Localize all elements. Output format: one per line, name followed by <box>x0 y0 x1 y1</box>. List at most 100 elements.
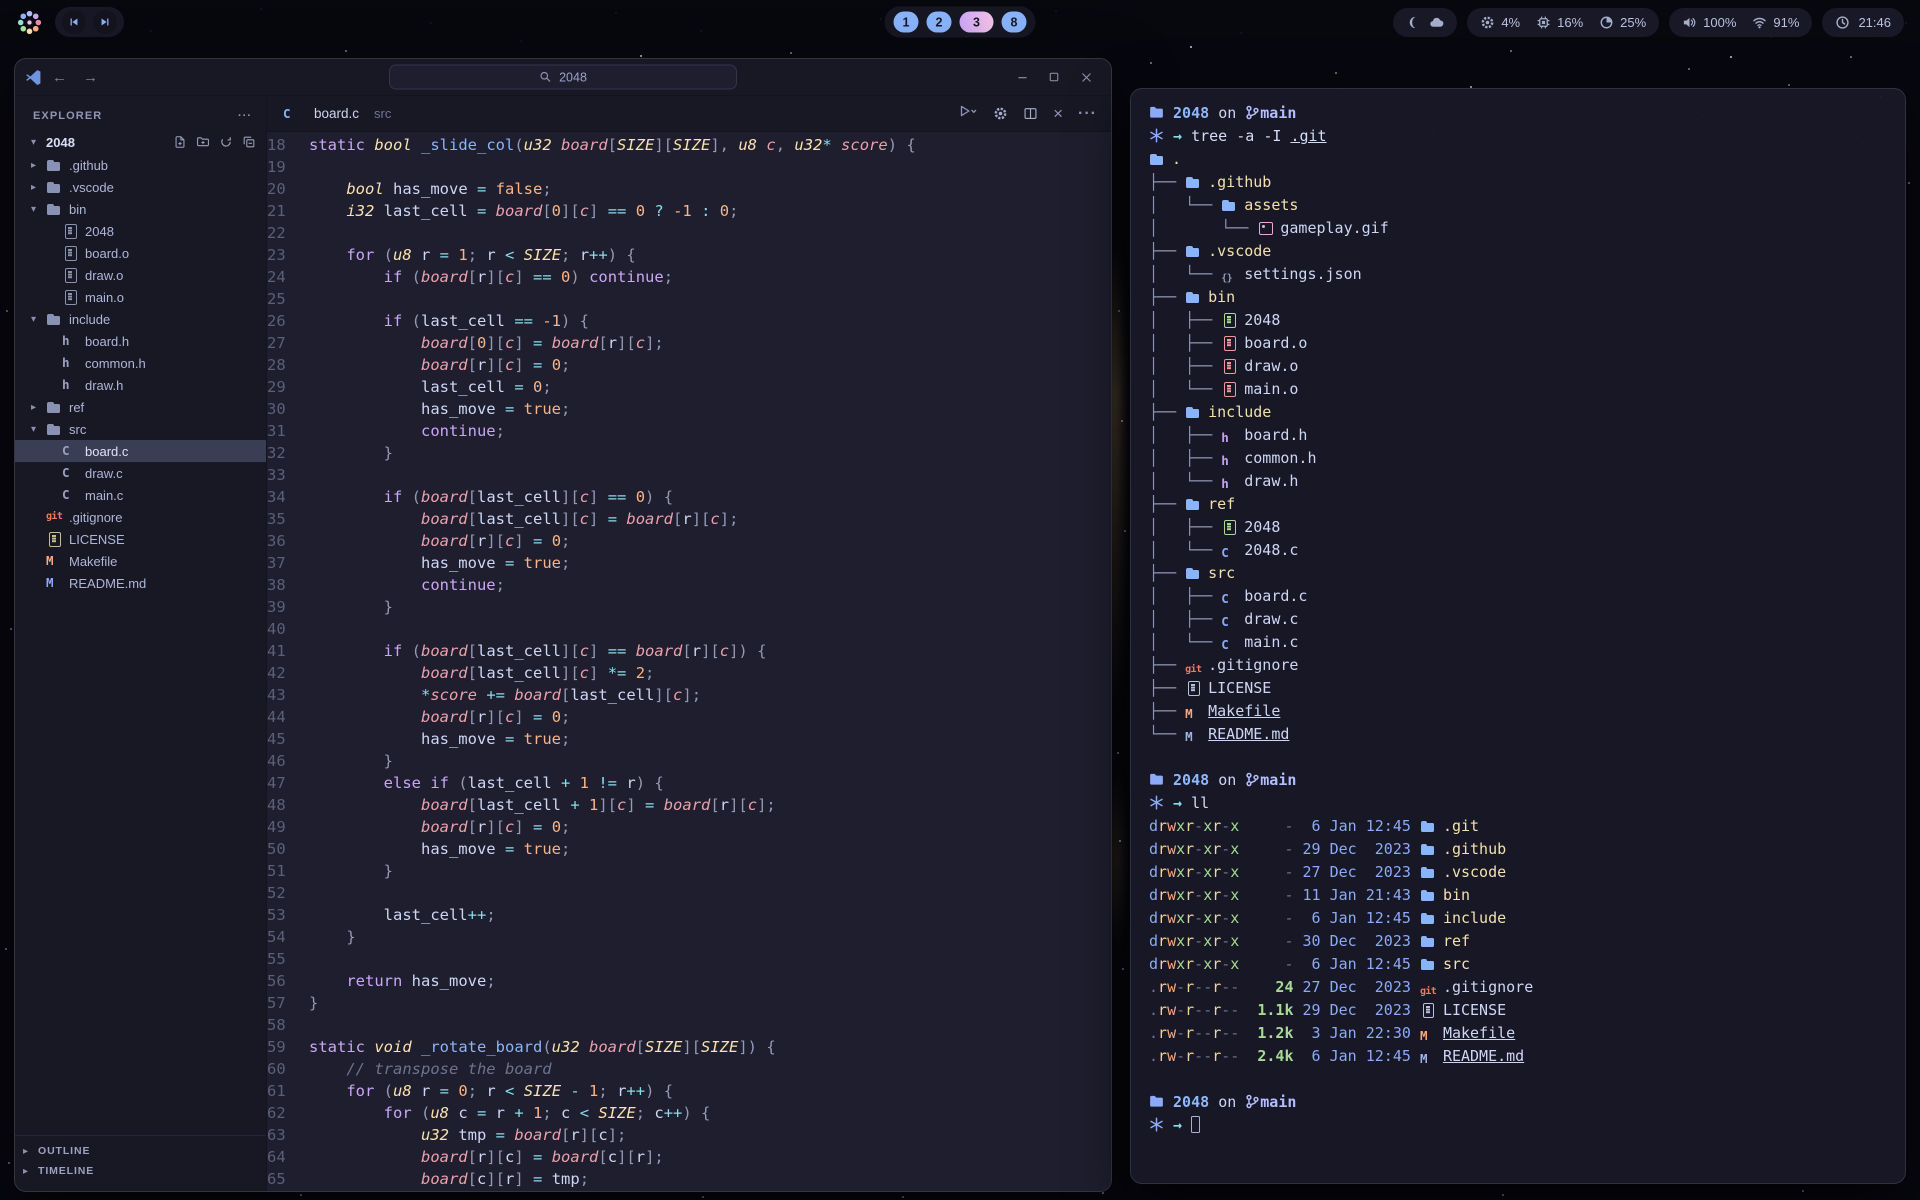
close-button[interactable] <box>1071 64 1101 90</box>
search-icon <box>539 71 552 84</box>
code-line: 31 continue; <box>267 420 1111 442</box>
tab-board-c[interactable]: C board.c src <box>283 106 391 121</box>
file-icon <box>62 246 79 260</box>
search-value: 2048 <box>559 70 587 84</box>
media-next-button[interactable] <box>93 10 117 34</box>
code-line: 62 for (u8 c = r + 1; c < SIZE; c++) { <box>267 1102 1111 1124</box>
explorer-item-src[interactable]: ▾src <box>15 418 266 440</box>
line-number: 24 <box>267 266 309 288</box>
explorer-item-board.c[interactable]: Cboard.c <box>15 440 266 462</box>
make-icon: M <box>1185 707 1202 721</box>
workspace-1[interactable]: 1 <box>894 12 919 33</box>
explorer-title: EXPLORER <box>33 110 102 122</box>
explorer-item-draw.h[interactable]: hdraw.h <box>15 374 266 396</box>
explorer-item-bin[interactable]: ▾bin <box>15 198 266 220</box>
audio-network-widget[interactable]: 100% 91% <box>1669 8 1812 37</box>
explorer-item-main.o[interactable]: main.o <box>15 286 266 308</box>
weather-widget[interactable] <box>1393 8 1457 37</box>
cpu-stat: 4% <box>1480 15 1520 30</box>
terminal-line: drwxr-xr-x - 27 Dec 2023 .vscode <box>1149 861 1905 884</box>
command-center-search[interactable]: 2048 <box>389 65 737 90</box>
explorer-item-board.o[interactable]: board.o <box>15 242 266 264</box>
explorer-item-.github[interactable]: ▸.github <box>15 154 266 176</box>
terminal-line: │ ├── Cdraw.c <box>1149 608 1905 631</box>
history-forward-button[interactable]: → <box>83 69 98 86</box>
tab-directory: src <box>374 106 391 121</box>
line-number: 26 <box>267 310 309 332</box>
code-line: 56 return has_move; <box>267 970 1111 992</box>
terminal-line: │ ├── draw.o <box>1149 355 1905 378</box>
line-number: 33 <box>267 464 309 486</box>
line-number: 46 <box>267 750 309 772</box>
new-file-button[interactable] <box>173 135 187 149</box>
explorer-item-draw.o[interactable]: draw.o <box>15 264 266 286</box>
code-line: 38 continue; <box>267 574 1111 596</box>
explorer-item-.vscode[interactable]: ▸.vscode <box>15 176 266 198</box>
explorer-item-.gitignore[interactable]: git.gitignore <box>15 506 266 528</box>
panel-timeline[interactable]: ▸TIMELINE <box>15 1161 266 1181</box>
folder-icon <box>1420 819 1437 833</box>
explorer-item-README.md[interactable]: MREADME.md <box>15 572 266 594</box>
terminal-line: ├── LICENSE <box>1149 677 1905 700</box>
close-editor-button[interactable]: × <box>1053 105 1063 122</box>
explorer-root-folder[interactable]: ▾ 2048 <box>15 130 266 154</box>
line-number: 19 <box>267 156 309 178</box>
explorer-item-include[interactable]: ▾include <box>15 308 266 330</box>
md-icon: M <box>1185 730 1202 744</box>
explorer-item-Makefile[interactable]: MMakefile <box>15 550 266 572</box>
panel-outline[interactable]: ▸OUTLINE <box>15 1141 266 1161</box>
explorer-item-common.h[interactable]: hcommon.h <box>15 352 266 374</box>
line-number: 21 <box>267 200 309 222</box>
code-editor[interactable]: 18static bool _slide_col(u32 board[SIZE]… <box>267 132 1111 1191</box>
folder-icon <box>1420 865 1437 879</box>
explorer-item-label: LICENSE <box>69 532 125 547</box>
code-line: 19 <box>267 156 1111 178</box>
clock-widget[interactable]: 21:46 <box>1822 8 1904 37</box>
system-logo[interactable] <box>16 9 43 36</box>
terminal-line <box>1149 746 1905 769</box>
terminal-window[interactable]: 2048 on main → tree -a -I .git.├── .gith… <box>1130 88 1906 1184</box>
refresh-button[interactable] <box>219 135 233 149</box>
media-prev-button[interactable] <box>62 10 86 34</box>
new-folder-button[interactable] <box>196 135 210 149</box>
line-number: 27 <box>267 332 309 354</box>
folder-icon <box>1149 152 1166 166</box>
explorer-item-main.c[interactable]: Cmain.c <box>15 484 266 506</box>
maximize-button[interactable] <box>1039 64 1069 90</box>
terminal-line: └── MREADME.md <box>1149 723 1905 746</box>
lic-icon <box>1185 681 1202 695</box>
explorer-item-draw.c[interactable]: Cdraw.c <box>15 462 266 484</box>
line-number: 45 <box>267 728 309 750</box>
run-code-button[interactable] <box>958 103 978 124</box>
line-number: 57 <box>267 992 309 1014</box>
workspace-3[interactable]: 3 <box>960 12 994 33</box>
split-editor-button[interactable] <box>1023 105 1038 123</box>
code-line: 20 bool has_move = false; <box>267 178 1111 200</box>
workspace-8[interactable]: 8 <box>1002 12 1027 33</box>
explorer-item-LICENSE[interactable]: LICENSE <box>15 528 266 550</box>
explorer-item-board.h[interactable]: hboard.h <box>15 330 266 352</box>
folder-icon <box>1420 888 1437 902</box>
more-actions-button[interactable]: ··· <box>1078 105 1097 123</box>
code-line: 34 if (board[last_cell][c] == 0) { <box>267 486 1111 508</box>
explorer-item-ref[interactable]: ▸ref <box>15 396 266 418</box>
terminal-line: ├── ref <box>1149 493 1905 516</box>
folder-icon <box>1420 911 1437 925</box>
workspace-2[interactable]: 2 <box>927 12 952 33</box>
explorer-actions <box>173 135 256 149</box>
terminal-line: drwxr-xr-x - 11 Jan 21:43 bin <box>1149 884 1905 907</box>
folder-icon <box>1420 842 1437 856</box>
line-number: 50 <box>267 838 309 860</box>
collapse-all-button[interactable] <box>242 135 256 149</box>
terminal-command: → ll <box>1149 792 1905 815</box>
history-back-button[interactable]: ← <box>52 69 67 86</box>
explorer-item-2048[interactable]: 2048 <box>15 220 266 242</box>
terminal-line: │ ├── hboard.h <box>1149 424 1905 447</box>
explorer-more-actions-button[interactable]: ··· <box>238 110 252 122</box>
code-line: 22 <box>267 222 1111 244</box>
minimize-button[interactable] <box>1007 64 1037 90</box>
code-line: 52 <box>267 882 1111 904</box>
system-stats-widget[interactable]: 4% 16% 25% <box>1467 8 1659 37</box>
settings-gear-button[interactable] <box>993 105 1008 123</box>
wifi-strength: 91% <box>1773 15 1799 30</box>
